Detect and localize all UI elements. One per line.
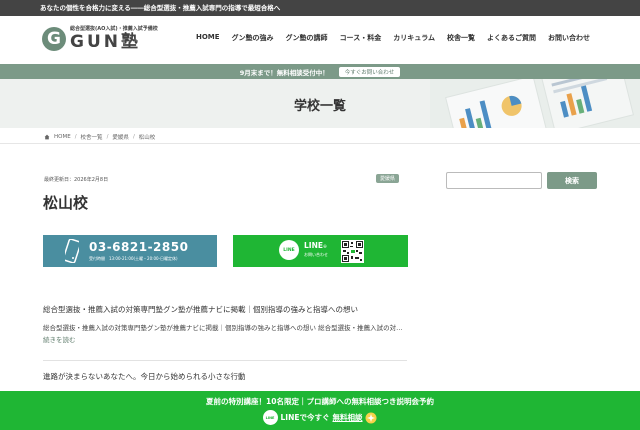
tel-number: 03-6821-2850	[89, 240, 189, 254]
line-icon: LINE	[262, 410, 278, 425]
line-icon: LINE	[279, 240, 299, 260]
page-hero: 学校一覧	[0, 79, 640, 128]
breadcrumb-prefecture[interactable]: 愛媛県	[112, 133, 129, 141]
logo-name: GUN塾	[70, 32, 141, 52]
line-contact-banner[interactable]: LINE LINE® お問い合わせ	[233, 235, 408, 267]
notice-contact-button[interactable]: 今すぐお問い合わせ	[338, 66, 401, 77]
search-button[interactable]: 検索	[547, 172, 597, 189]
nav-courses[interactable]: コース・料金	[340, 33, 382, 43]
nav-schools[interactable]: 校舎一覧	[447, 33, 475, 43]
nav-curriculum[interactable]: カリキュラム	[393, 33, 435, 43]
entry-title[interactable]: 進路が決まらないあなたへ。今日から始められる小さな行動	[43, 371, 246, 382]
cta-line-text: LINEで今すぐ	[280, 413, 330, 422]
entry-excerpt: 総合型選抜・推薦入試の対策専門塾グン塾が推薦ナビに掲載｜個別指導の強みと指導への…	[43, 324, 403, 344]
breadcrumb-current: 松山校	[138, 135, 156, 141]
tel-hours: 受付時間 13:00-21:00(土曜・20:00-日曜定休)	[89, 256, 178, 261]
notice-text: 9月末まで！無料相談受付中！	[239, 68, 329, 77]
qr-code-icon	[341, 240, 364, 263]
nav-home[interactable]: HOME	[196, 33, 220, 43]
line-label: LINE®	[304, 241, 327, 250]
search-input[interactable]	[446, 172, 542, 189]
top-announcement-bar: あなたの個性を合格力に変える――総合型選抜・推薦入試専門の指導で最短合格へ	[0, 0, 640, 16]
phone-icon	[65, 239, 79, 263]
logo-text: 総合型選抜(AO入試)・推薦入試予備校 GUN塾	[70, 26, 158, 51]
breadcrumb-separator: /	[74, 134, 77, 140]
entry-divider	[43, 360, 407, 361]
breadcrumb-separator: /	[106, 134, 109, 140]
last-updated: 最終更新日：2026年2月8日	[44, 177, 109, 183]
entry-title[interactable]: 総合型選抜・推薦入試の対策専門塾グン塾が推薦ナビに掲載｜個別指導の強みと指導への…	[43, 304, 358, 315]
site-logo[interactable]: G 総合型選抜(AO入試)・推薦入試予備校 GUN塾	[42, 26, 158, 51]
notice-bar: 9月末まで！無料相談受付中！ 今すぐお問い合わせ	[0, 64, 640, 79]
prefecture-badge[interactable]: 愛媛県	[376, 174, 400, 183]
tel-contact-banner[interactable]: 03-6821-2850 受付時間 13:00-21:00(土曜・20:00-日…	[43, 235, 217, 267]
school-title: 松山校	[43, 194, 89, 212]
cta-line-button[interactable]: LINE LINEで今すぐ 無料相談	[0, 410, 640, 425]
logo-mark: G	[42, 26, 66, 51]
page-title-heading: 学校一覧	[293, 99, 346, 114]
breadcrumb-schools[interactable]: 校舎一覧	[81, 133, 103, 141]
nav-contact[interactable]: お問い合わせ	[548, 33, 590, 43]
nav-instructors[interactable]: グン塾の講師	[286, 33, 328, 43]
breadcrumb: HOME / 校舎一覧 / 愛媛県 / 松山校	[44, 133, 155, 141]
sparkle-badge-icon	[365, 412, 377, 423]
nav-strengths[interactable]: グン塾の強み	[232, 33, 274, 43]
site-header: G 総合型選抜(AO入試)・推薦入試予備校 GUN塾 HOME グン塾の強み グ…	[0, 16, 640, 64]
breadcrumb-home[interactable]: HOME	[54, 134, 71, 140]
bottom-cta-banner[interactable]: 夏前の特別講座！10名限定｜プロ講師への無料相談つき説明会予約 LINE LIN…	[0, 391, 640, 430]
cta-headline: 夏前の特別講座！10名限定｜プロ講師への無料相談つき説明会予約	[206, 397, 434, 406]
nav-faq[interactable]: よくあるご質問	[487, 33, 536, 43]
main-nav: HOME グン塾の強み グン塾の講師 コース・料金 カリキュラム 校舎一覧 よく…	[196, 33, 590, 43]
breadcrumb-separator: /	[132, 134, 135, 140]
read-more-link[interactable]: 続きを読む	[43, 336, 76, 344]
breadcrumb-divider	[0, 143, 640, 144]
home-icon	[44, 134, 50, 140]
line-sub-label: お問い合わせ	[304, 252, 328, 257]
cta-free-consult: 無料相談	[332, 413, 363, 422]
